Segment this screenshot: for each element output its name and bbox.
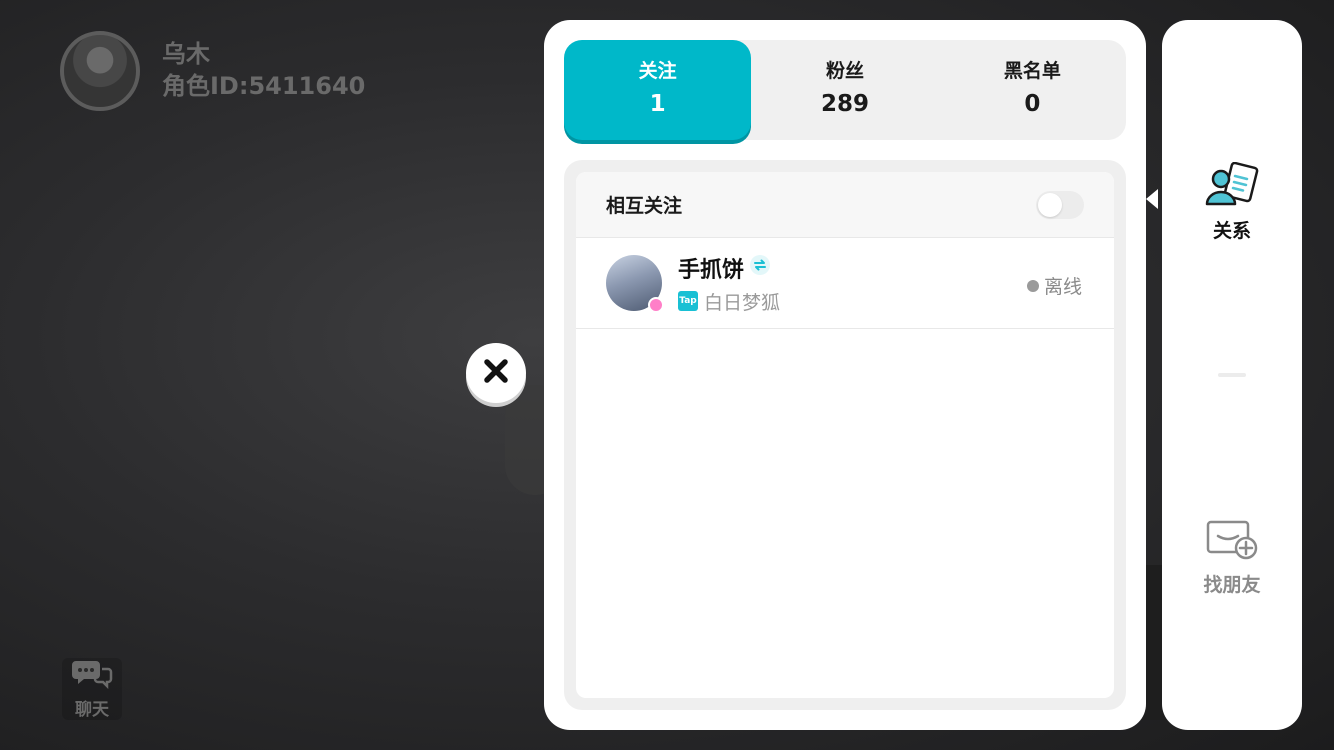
- mutual-follow-icon: [750, 254, 771, 281]
- player-avatar: [60, 31, 140, 111]
- contacts-card-icon: [1204, 161, 1260, 212]
- tab-fans-label: 粉丝: [825, 60, 864, 82]
- tab-blacklist[interactable]: 黑名单 0: [939, 40, 1126, 140]
- side-item-find-friends[interactable]: 找朋友: [1162, 518, 1302, 597]
- friend-list[interactable]: 相互关注 手抓饼 Tap 白日梦狐 离线: [576, 172, 1114, 698]
- side-active-pointer: [1146, 189, 1158, 209]
- mutual-filter-toggle[interactable]: [1036, 190, 1084, 219]
- friend-status: 离线: [1026, 272, 1082, 299]
- friend-list-container: 相互关注 手抓饼 Tap 白日梦狐 离线: [564, 160, 1126, 710]
- side-nav: 关系 找朋友: [1162, 20, 1302, 730]
- tab-blacklist-label: 黑名单: [1003, 60, 1061, 82]
- side-divider: [1218, 373, 1246, 377]
- side-relation-label: 关系: [1212, 220, 1251, 242]
- friend-avatar[interactable]: [606, 255, 664, 313]
- player-name: 乌木: [162, 40, 210, 68]
- player-profile: 乌木 角色ID:5411640: [60, 31, 365, 111]
- close-icon: [483, 358, 509, 388]
- tab-following-count: 1: [649, 91, 666, 117]
- relations-panel: 关注 1 粉丝 289 黑名单 0 相互关注 手抓饼 Tap 白日梦狐 离线: [544, 20, 1146, 730]
- tab-fans[interactable]: 粉丝 289: [751, 40, 938, 140]
- envelope-add-icon: [1204, 518, 1260, 566]
- mutual-filter-label: 相互关注: [606, 195, 683, 217]
- mutual-filter-row: 相互关注: [576, 172, 1114, 238]
- chat-bubbles-icon: [70, 659, 114, 693]
- friend-name: 手抓饼: [678, 257, 745, 283]
- chat-label: 聊天: [75, 699, 109, 720]
- tab-following[interactable]: 关注 1: [564, 40, 752, 140]
- tab-following-label: 关注: [638, 60, 677, 82]
- relation-tabs: 关注 1 粉丝 289 黑名单 0: [564, 40, 1126, 140]
- tab-blacklist-count: 0: [1024, 91, 1041, 117]
- list-item[interactable]: 手抓饼 Tap 白日梦狐 离线: [576, 238, 1114, 329]
- online-platform-dot: [648, 297, 664, 313]
- tab-fans-count: 289: [820, 91, 869, 117]
- side-item-relation[interactable]: 关系: [1162, 161, 1302, 243]
- tap-platform-icon: Tap: [678, 291, 698, 311]
- friend-status-text: 离线: [1043, 276, 1082, 298]
- player-role-id: 角色ID:5411640: [162, 72, 366, 100]
- close-button[interactable]: [466, 343, 526, 403]
- side-find-friends-label: 找朋友: [1203, 574, 1261, 596]
- offline-dot-icon: [1026, 279, 1039, 292]
- chat-button[interactable]: 聊天: [62, 658, 122, 720]
- toggle-knob: [1038, 192, 1062, 217]
- friend-platform-name: 白日梦狐: [704, 291, 781, 314]
